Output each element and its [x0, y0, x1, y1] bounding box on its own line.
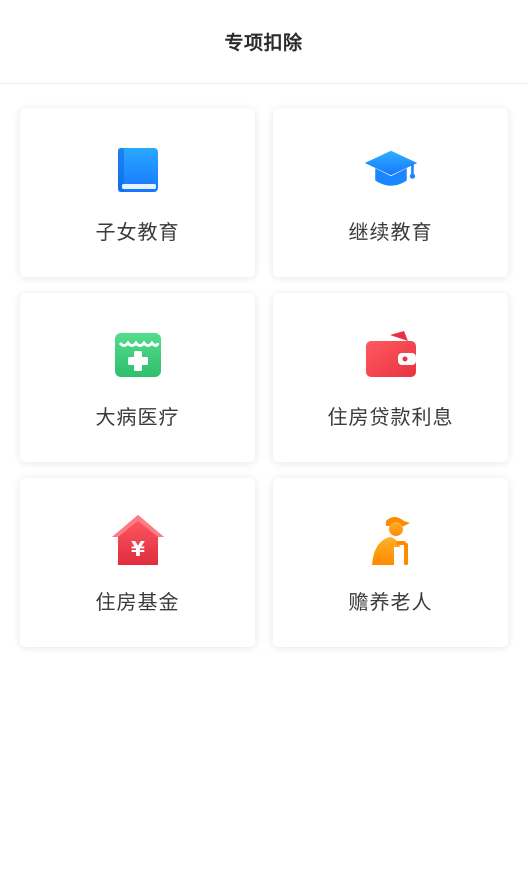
item-continuing-education[interactable]: 继续教育: [273, 108, 508, 277]
medical-box-icon: [110, 327, 166, 383]
item-label: 子女教育: [95, 220, 180, 244]
item-housing-loan-interest[interactable]: 住房贷款利息: [273, 293, 508, 462]
item-label: 大病医疗: [95, 405, 180, 429]
house-yuan-icon: ¥: [110, 512, 166, 568]
item-label: 住房基金: [95, 590, 180, 614]
item-children-education[interactable]: 子女教育: [20, 108, 255, 277]
item-label: 住房贷款利息: [327, 405, 454, 429]
top-bar: 专项扣除: [0, 0, 527, 84]
book-icon: [110, 142, 166, 198]
graduation-cap-icon: [363, 142, 419, 198]
elderly-person-icon: [363, 512, 419, 568]
item-label: 赡养老人: [348, 590, 433, 614]
svg-text:¥: ¥: [131, 537, 145, 561]
deduction-grid: 子女教育 继续教育 大病医疗 住房贷款利息 ¥ 住房基金 赡养老人: [20, 108, 508, 647]
page-title: 专项扣除: [224, 32, 303, 54]
wallet-icon: [363, 327, 419, 383]
item-label: 继续教育: [348, 220, 433, 244]
item-serious-illness-medical[interactable]: 大病医疗: [20, 293, 255, 462]
item-housing-fund[interactable]: ¥ 住房基金: [20, 478, 255, 647]
item-elderly-support[interactable]: 赡养老人: [273, 478, 508, 647]
